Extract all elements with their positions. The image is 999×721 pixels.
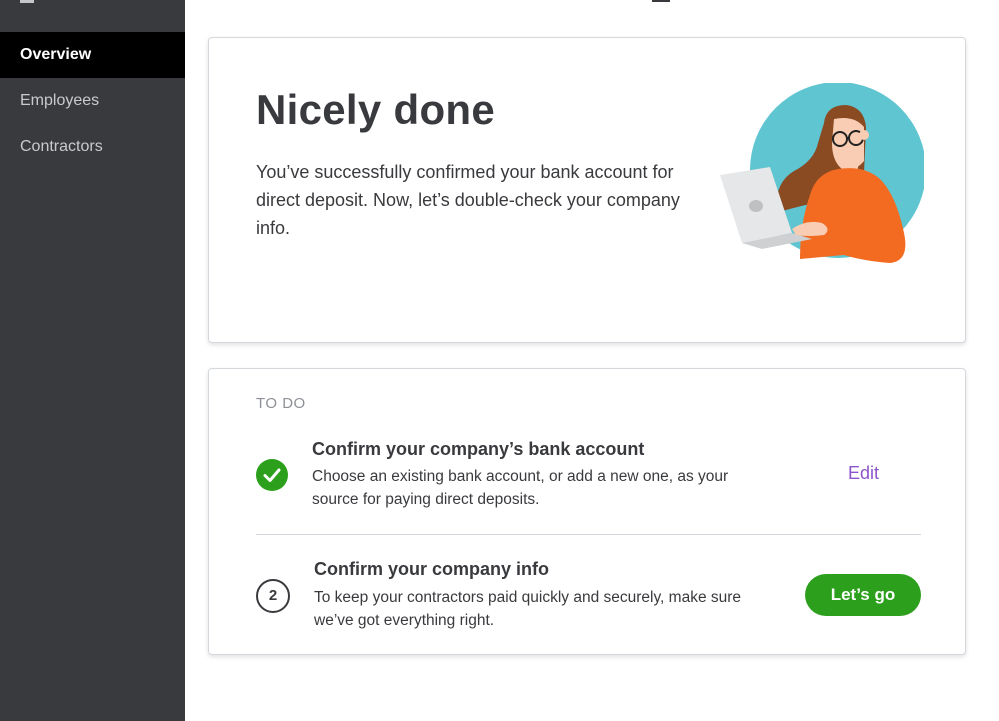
task-title: Confirm your company’s bank account xyxy=(312,439,645,459)
header-cutoff-fragment xyxy=(652,0,670,2)
todo-card: TO DO Confirm your company’s bank accoun… xyxy=(208,368,966,655)
sidebar-top-cutoff xyxy=(20,0,34,3)
task-description: Choose an existing bank account, or add … xyxy=(312,468,729,508)
sidebar-item-label: Contractors xyxy=(20,138,103,155)
page-title: Nicely done xyxy=(256,86,496,133)
task-description: To keep your contractors paid quickly an… xyxy=(314,589,742,629)
sidebar: Overview Employees Contractors xyxy=(0,0,185,721)
sidebar-item-overview[interactable]: Overview xyxy=(0,32,185,78)
woman-with-laptop-illustration xyxy=(720,83,924,263)
todo-heading: TO DO xyxy=(256,395,306,412)
task-company-info: 2 Confirm your company info To keep your… xyxy=(256,559,921,639)
sidebar-item-employees[interactable]: Employees xyxy=(0,78,185,124)
step-number-badge: 2 xyxy=(256,579,290,613)
success-card: Nicely done You’ve successfully confirme… xyxy=(208,37,966,343)
checkmark-icon xyxy=(256,459,288,491)
task-title: Confirm your company info xyxy=(314,559,550,579)
sidebar-item-label: Employees xyxy=(20,92,100,109)
success-message: You’ve successfully confirmed your bank … xyxy=(256,162,680,238)
sidebar-item-label: Overview xyxy=(20,46,92,63)
lets-go-button[interactable]: Let’s go xyxy=(805,574,921,616)
edit-link[interactable]: Edit xyxy=(848,463,879,484)
task-bank-account: Confirm your company’s bank account Choo… xyxy=(256,429,921,535)
sidebar-item-contractors[interactable]: Contractors xyxy=(0,124,185,170)
